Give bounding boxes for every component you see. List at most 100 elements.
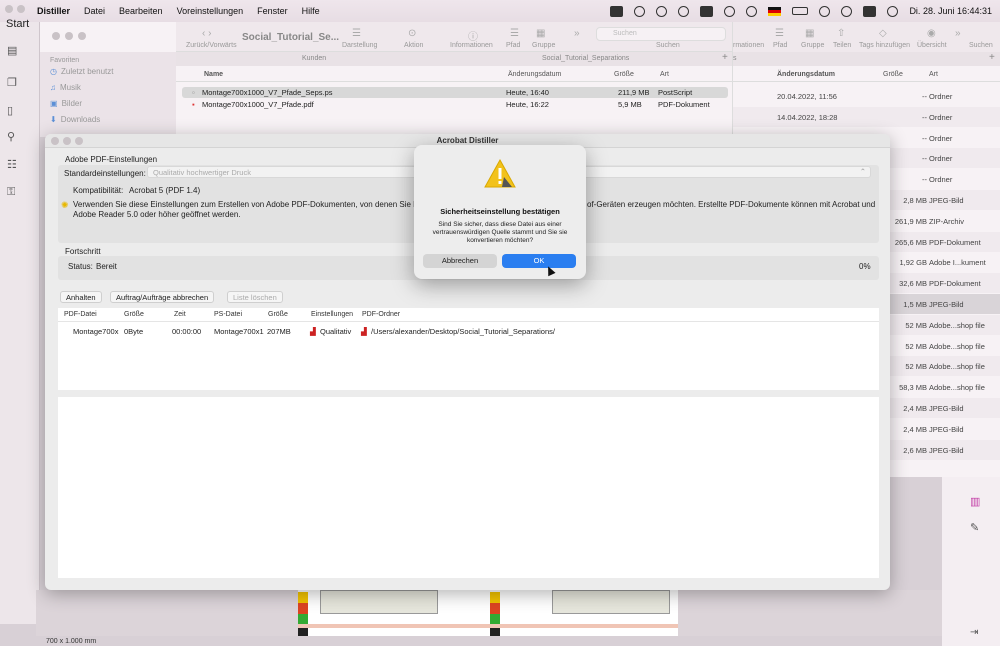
pages-icon[interactable]: ❐ [7, 76, 19, 89]
sidebar-item-pictures[interactable]: ▣ Bilder [50, 99, 82, 108]
tab-fragment[interactable]: s [733, 55, 737, 62]
collapse-panel-icon[interactable]: ⇥ [970, 627, 978, 638]
quicklook-icon[interactable]: ◉ [927, 28, 936, 39]
add-tab-icon[interactable]: + [989, 52, 995, 63]
cancel-jobs-button[interactable]: Auftrag/Aufträge abbrechen [110, 291, 215, 303]
path-icon[interactable]: ☰ [775, 28, 784, 39]
distiller-zoom-button[interactable] [75, 137, 83, 145]
column-name[interactable]: Name [204, 71, 223, 78]
hexagon-icon[interactable] [656, 5, 668, 17]
bookmark-icon[interactable]: ▯ [7, 104, 19, 117]
column-size[interactable]: Größe [883, 71, 903, 78]
finder-zoom-button[interactable] [78, 32, 86, 40]
menu-hilfe[interactable]: Hilfe [295, 6, 327, 16]
distiller-minimize-button[interactable] [63, 137, 71, 145]
row-size: -- [922, 154, 927, 164]
list-item[interactable]: 14.04.2022, 18:28 -- Ordner [733, 106, 1000, 127]
window-close-button[interactable] [5, 5, 13, 13]
file-kind: PostScript [658, 88, 693, 97]
group-icon[interactable]: ▦ [536, 28, 545, 39]
column-ps-size[interactable]: Größe [268, 311, 288, 318]
menu-clock[interactable]: Di. 28. Juni 16:44:31 [909, 6, 992, 16]
add-tab-icon[interactable]: + [722, 52, 728, 63]
path-icon[interactable]: ☰ [510, 28, 519, 39]
job-pdf-size: 0Byte [124, 327, 144, 336]
toolbar-label-info: rmationen [733, 42, 765, 49]
tab-social-tutorial[interactable]: Social_Tutorial_Separations [542, 55, 629, 62]
save-icon[interactable]: ▤ [7, 44, 19, 57]
finder-search-input[interactable]: Suchen [596, 27, 726, 41]
column-pdf-size[interactable]: Größe [124, 311, 144, 318]
wifi-icon[interactable] [819, 5, 831, 17]
row-kind: PDF-Dokument [929, 237, 981, 247]
view-mode-icon[interactable]: ☰ [352, 28, 361, 39]
menu-fenster[interactable]: Fenster [250, 6, 295, 16]
menu-bearbeiten[interactable]: Bearbeiten [112, 6, 170, 16]
clear-list-button[interactable]: Liste löschen [227, 291, 283, 303]
attachment-icon[interactable]: ⚲ [7, 130, 19, 143]
finder-close-button[interactable] [52, 32, 60, 40]
separation-preview [552, 590, 670, 614]
menu-voreinstellungen[interactable]: Voreinstellungen [170, 6, 251, 16]
music-icon: ♫ [50, 83, 56, 92]
compat-label: Kompatibilität: [73, 186, 124, 195]
sidebar-item-recent[interactable]: ◷ Zuletzt benutzt [50, 67, 113, 76]
cancel-button[interactable]: Abbrechen [423, 254, 497, 268]
control-center-icon[interactable] [863, 5, 877, 17]
group-icon[interactable]: ▦ [805, 28, 814, 39]
app-status-icon[interactable] [610, 5, 624, 17]
chevron-updown-icon: ⌃ [859, 167, 866, 176]
row-kind: Adobe I...kument [929, 258, 986, 268]
tag-icon[interactable]: ◇ [879, 28, 887, 39]
siri-icon[interactable] [887, 5, 899, 17]
sidebar-item-label: Bilder [61, 99, 83, 108]
window-minimize-button[interactable] [17, 5, 25, 13]
sidebar-item-label: Musik [60, 83, 81, 92]
column-kind[interactable]: Art [660, 71, 669, 78]
play-icon[interactable] [746, 5, 758, 17]
overflow-icon[interactable]: » [574, 28, 580, 39]
column-pdf-folder[interactable]: PDF-Ordner [362, 311, 400, 318]
column-settings[interactable]: Einstellungen [311, 311, 353, 318]
row-size: 2,4 MB [903, 404, 927, 413]
sidebar-item-music[interactable]: ♫ Musik [50, 83, 81, 92]
tool-icon[interactable] [678, 5, 690, 17]
tools-icon[interactable]: ✎ [970, 521, 979, 534]
german-flag-icon[interactable] [768, 6, 782, 16]
form-icon[interactable]: ▥ [970, 495, 980, 508]
column-kind[interactable]: Art [929, 71, 938, 78]
overflow-icon[interactable]: » [955, 28, 961, 39]
sidebar-item-downloads[interactable]: ⬇ Downloads [50, 115, 100, 124]
creative-cloud-icon[interactable] [634, 5, 646, 17]
finder-minimize-button[interactable] [65, 32, 73, 40]
column-size[interactable]: Größe [614, 71, 634, 78]
ok-button[interactable]: OK [502, 254, 576, 268]
row-size: 261,9 MB [894, 216, 927, 226]
column-time[interactable]: Zeit [174, 311, 186, 318]
file-row[interactable]: ▫ Montage700x1000_V7_Pfade_Seps.ps Heute… [182, 87, 728, 98]
history-icon[interactable] [724, 5, 736, 17]
column-date[interactable]: Änderungsdatum [777, 71, 835, 78]
menu-datei[interactable]: Datei [77, 6, 112, 16]
search-icon[interactable] [841, 5, 853, 17]
row-kind: Ordner [929, 133, 953, 143]
share-icon[interactable]: ⇧ [837, 28, 845, 39]
action-icon[interactable]: ⊙ [408, 28, 416, 39]
security-icon[interactable]: ⚿ [7, 186, 19, 198]
back-forward-icon[interactable]: ‹ › [202, 28, 211, 39]
info-icon[interactable]: ⓘ [468, 28, 478, 43]
column-ps-file[interactable]: PS-Datei [214, 311, 242, 318]
column-date[interactable]: Änderungsdatum [508, 71, 561, 78]
tab-kunden[interactable]: Kunden [302, 55, 326, 62]
start-tab[interactable]: Start [6, 18, 29, 30]
column-pdf-file[interactable]: PDF-Datei [64, 311, 97, 318]
screen-icon[interactable] [700, 5, 714, 17]
layers-icon[interactable]: ☷ [7, 158, 19, 171]
file-row[interactable]: ▪ Montage700x1000_V7_Pfade.pdf Heute, 16… [182, 99, 728, 110]
menu-app-name[interactable]: Distiller [30, 6, 77, 16]
distiller-close-button[interactable] [51, 137, 59, 145]
toolbar-label-share: Teilen [833, 42, 852, 49]
pause-button[interactable]: Anhalten [60, 291, 102, 303]
battery-icon[interactable] [792, 7, 809, 15]
list-item[interactable]: 20.04.2022, 11:56 -- Ordner [733, 86, 1000, 106]
